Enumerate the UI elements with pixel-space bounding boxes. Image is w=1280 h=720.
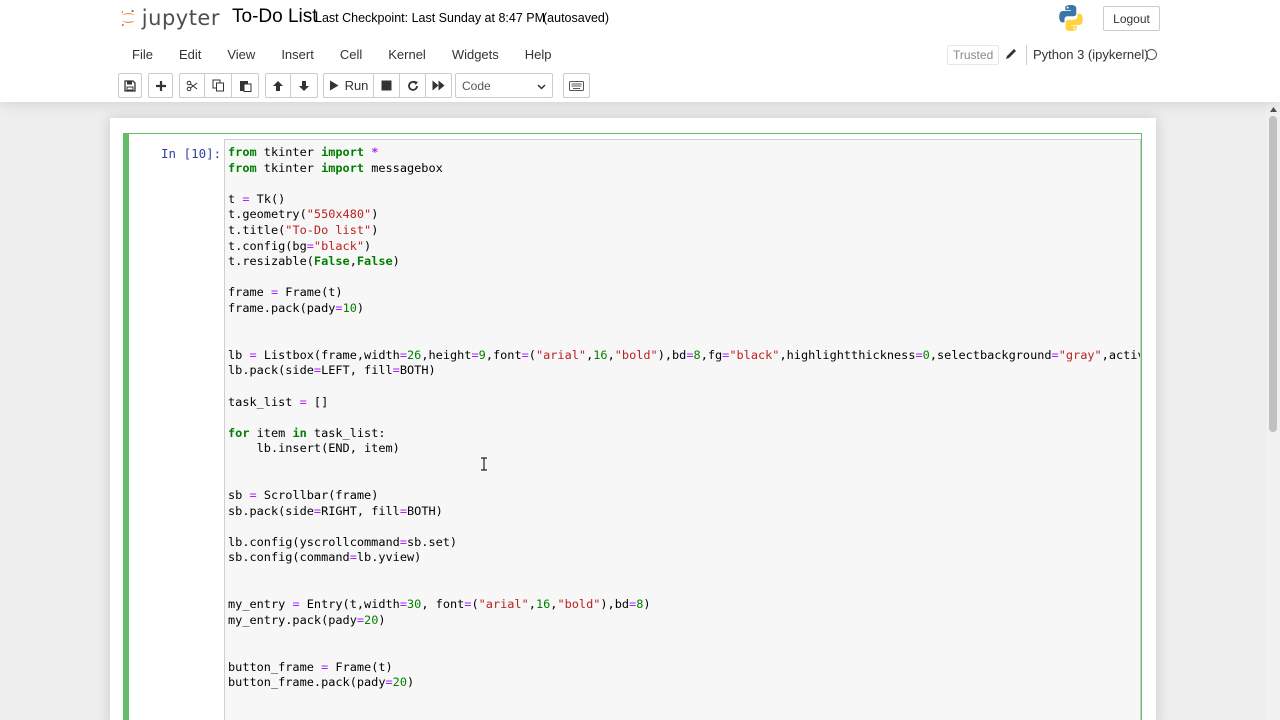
menu-file[interactable]: File xyxy=(117,42,166,68)
save-icon xyxy=(124,79,136,92)
scroll-up-button[interactable] xyxy=(1266,102,1280,116)
restart-run-all-button[interactable] xyxy=(426,73,452,98)
code-line: lb.pack(side=LEFT, fill=BOTH) xyxy=(228,363,436,378)
keyboard-icon xyxy=(569,80,584,91)
scrollbar-thumb[interactable] xyxy=(1269,116,1277,432)
menu-kernel[interactable]: Kernel xyxy=(375,42,439,68)
code-line: t.title("To-Do list") xyxy=(228,222,379,237)
code-line: lb = Listbox(frame,width=26,height=9,fon… xyxy=(228,347,1141,362)
menu-view[interactable]: View xyxy=(214,42,268,68)
checkpoint-status: Last Checkpoint: Last Sunday at 8:47 PM xyxy=(315,11,545,25)
scroll-up-arrow-icon xyxy=(1269,106,1277,112)
copy-icon xyxy=(212,79,224,92)
code-line: my_entry.pack(pady=20) xyxy=(228,612,386,627)
jupyter-logo[interactable]: jupyter xyxy=(120,5,220,31)
code-line: sb.config(command=lb.yview) xyxy=(228,550,422,565)
scissors-icon xyxy=(186,80,198,91)
code-line: t.config(bg="black") xyxy=(228,238,372,253)
code-line: button_frame.pack(pady=20) xyxy=(228,675,415,690)
logout-button[interactable]: Logout xyxy=(1103,6,1160,31)
header: jupyter To-Do List Last Checkpoint: Last… xyxy=(0,0,1280,102)
arrow-up-icon xyxy=(273,80,283,91)
page-scrollbar[interactable] xyxy=(1266,102,1280,720)
kernel-idle-indicator-icon xyxy=(1146,49,1157,60)
code-line: frame.pack(pady=10) xyxy=(228,300,365,315)
paste-icon xyxy=(239,81,251,92)
code-line: lb.config(yscrollcommand=sb.set) xyxy=(228,534,458,549)
code-line: frame = Frame(t) xyxy=(228,285,343,300)
code-line: from tkinter import * xyxy=(228,145,379,159)
python-logo-icon xyxy=(1059,5,1083,31)
move-up-button[interactable] xyxy=(265,73,291,98)
menu-widgets[interactable]: Widgets xyxy=(439,42,512,68)
code-line: from tkinter import messagebox xyxy=(228,160,443,175)
plus-icon xyxy=(155,80,166,91)
arrow-down-icon xyxy=(299,80,309,91)
code-line: t.resizable(False,False) xyxy=(228,254,400,269)
chevron-down-icon xyxy=(537,84,546,90)
code-line: task_list = [] xyxy=(228,394,329,409)
move-down-button[interactable] xyxy=(291,73,318,98)
stop-icon xyxy=(381,80,392,91)
code-line: t.geometry("550x480") xyxy=(228,207,379,222)
menu-insert[interactable]: Insert xyxy=(268,42,327,68)
save-button[interactable] xyxy=(118,73,142,98)
interrupt-kernel-button[interactable] xyxy=(374,73,400,98)
copy-button[interactable] xyxy=(205,73,232,98)
notebook-name[interactable]: To-Do List xyxy=(232,6,318,28)
insert-cell-button[interactable] xyxy=(148,73,173,98)
menu-cell[interactable]: Cell xyxy=(327,42,375,68)
selected-cell-indicator xyxy=(123,133,129,720)
cut-button[interactable] xyxy=(179,73,205,98)
code-line: sb = Scrollbar(frame) xyxy=(228,488,379,503)
run-button-label: Run xyxy=(344,78,369,93)
menu-edit[interactable]: Edit xyxy=(166,42,214,68)
input-prompt: In [10]: xyxy=(161,146,222,161)
code-editor[interactable]: from tkinter import * from tkinter import… xyxy=(224,139,1141,720)
code-cell[interactable]: In [10]: from tkinter import * from tkint… xyxy=(123,133,1142,720)
code-text: from tkinter import * from tkinter import… xyxy=(228,145,1141,691)
restart-kernel-button[interactable] xyxy=(400,73,426,98)
text-cursor-icon xyxy=(481,457,487,471)
jupyter-logo-icon xyxy=(121,9,136,27)
fast-forward-icon xyxy=(432,80,445,91)
code-line: t = Tk() xyxy=(228,191,286,206)
code-line: button_frame = Frame(t) xyxy=(228,659,393,674)
jupyter-logo-text: jupyter xyxy=(141,6,220,30)
kernel-name[interactable]: Python 3 (ipykernel) xyxy=(1033,47,1149,62)
code-line: my_entry = Entry(t,width=30, font=("aria… xyxy=(228,597,651,612)
menu-help[interactable]: Help xyxy=(512,42,565,68)
autosave-status: (autosaved) xyxy=(543,11,610,25)
notebook-container: In [10]: from tkinter import * from tkint… xyxy=(110,118,1156,720)
run-button[interactable]: Run xyxy=(323,73,374,98)
code-line: lb.insert(END, item) xyxy=(228,441,400,456)
pencil-icon[interactable] xyxy=(1004,47,1018,61)
cell-type-select[interactable]: Code xyxy=(455,73,553,98)
code-line: sb.pack(side=RIGHT, fill=BOTH) xyxy=(228,503,443,518)
restart-icon xyxy=(407,80,418,91)
kernel-separator xyxy=(1026,45,1027,65)
command-palette-button[interactable] xyxy=(563,73,590,98)
code-line: for item in task_list: xyxy=(228,425,386,440)
paste-button[interactable] xyxy=(232,73,259,98)
cell-type-value: Code xyxy=(462,78,491,93)
play-icon xyxy=(329,80,339,91)
trusted-indicator[interactable]: Trusted xyxy=(947,45,1000,65)
